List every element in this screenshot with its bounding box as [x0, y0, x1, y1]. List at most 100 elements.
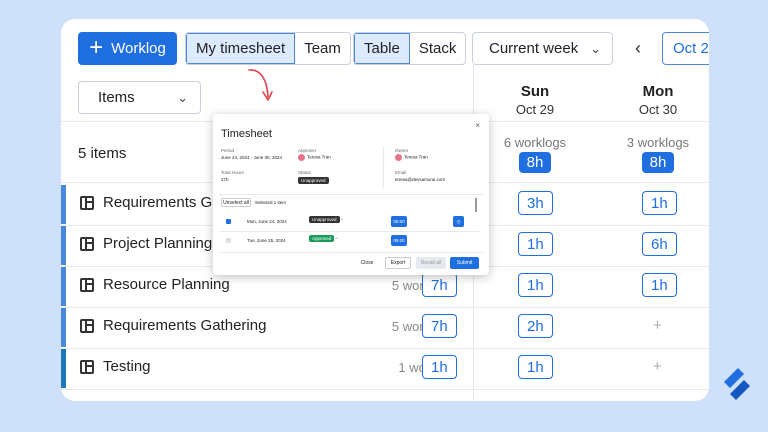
day-total-badge[interactable]: 8h — [518, 152, 552, 173]
day-name: Mon — [642, 83, 674, 100]
entry-status-badge: Unapproved — [309, 216, 340, 223]
timesheet-dialog: × Timesheet Period June 24, 2024 - June … — [213, 114, 489, 275]
date-chip-label: Oct 29 — [673, 40, 709, 57]
item-count: 5 items — [78, 145, 127, 162]
avatar — [298, 154, 305, 161]
mon-hours-cell[interactable]: 6h — [642, 232, 677, 256]
week-select[interactable]: Current week ⌄ — [472, 32, 613, 65]
row-name: Resource Planning — [103, 276, 230, 293]
sun-hours-cell[interactable]: 2h — [518, 314, 553, 338]
recall-all-button[interactable]: Recall all — [416, 257, 446, 269]
sun-hours-cell[interactable]: 1h — [518, 355, 553, 379]
chevron-down-icon: ⌄ — [177, 89, 188, 105]
selected-count: Selected 1 item — [255, 200, 287, 205]
approver-name: Teresa Tran — [307, 154, 331, 160]
period-label: Period — [221, 148, 235, 153]
day-worklog-count: 3 worklogs — [626, 135, 690, 150]
day-summary-mon: 3 worklogs 8h — [598, 135, 709, 173]
total-hours-label: Total Hours — [221, 170, 244, 175]
document-icon — [80, 319, 94, 333]
row-accent — [61, 267, 66, 306]
row-accent — [61, 308, 66, 347]
document-icon — [80, 196, 94, 210]
sun-hours-cell[interactable]: 1h — [518, 273, 553, 297]
chevron-left-icon: ‹ — [635, 38, 641, 58]
add-mon-worklog-button[interactable]: + — [653, 317, 662, 334]
document-icon — [80, 237, 94, 251]
row-divider — [61, 389, 709, 390]
items-dropdown[interactable]: Items ⌄ — [78, 81, 201, 114]
entry-checkbox[interactable] — [226, 219, 231, 224]
approver-value: Teresa Tran — [298, 154, 331, 161]
approver-label: Approver — [298, 148, 317, 153]
entry-status: Approved ▫ — [309, 235, 338, 242]
email-label: Email — [395, 170, 407, 175]
entry-date: Mon, June 24, 2024 — [247, 219, 287, 224]
export-button[interactable]: Export — [385, 257, 411, 269]
clock-icon[interactable]: ◷ — [453, 216, 464, 227]
entry-status-badge: Approved — [309, 235, 335, 242]
entry-divider — [219, 231, 479, 232]
sun-hours-cell[interactable]: 3h — [518, 191, 553, 215]
add-mon-worklog-button[interactable]: + — [653, 358, 662, 375]
comment-icon[interactable]: ▫ — [336, 236, 338, 242]
status-label: Status — [298, 170, 311, 175]
row-accent — [61, 185, 66, 224]
brand-logo-icon — [724, 368, 750, 400]
scrollbar[interactable] — [475, 198, 477, 212]
owner-label: Owner — [395, 148, 409, 153]
row-total-cell[interactable]: 1h — [422, 355, 457, 379]
table-row[interactable]: Testing 1 worklog 1h 1h + — [61, 348, 709, 389]
dialog-divider — [219, 194, 483, 195]
table-view-tab[interactable]: Table — [354, 33, 410, 64]
dialog-divider — [383, 146, 384, 188]
day-header-mon: Mon Oct 30 — [598, 83, 709, 117]
day-total-badge[interactable]: 8h — [641, 152, 675, 173]
row-accent — [61, 349, 66, 388]
day-date: Oct 29 — [515, 102, 555, 117]
submit-button[interactable]: Submit — [450, 257, 479, 269]
row-total-cell[interactable]: 7h — [422, 314, 457, 338]
my-timesheet-tab[interactable]: My timesheet — [186, 33, 296, 64]
entry-status: Unapproved ▫ — [309, 216, 343, 223]
avatar — [395, 154, 402, 161]
sun-hours-cell[interactable]: 1h — [518, 232, 553, 256]
view-mode-toggle: Table Stack — [353, 32, 467, 65]
entry-date: Tue, June 25, 2024 — [247, 238, 286, 243]
row-name: Requirements Gathering — [103, 317, 267, 334]
total-hours-value: 27h — [221, 177, 229, 182]
add-worklog-label: Worklog — [111, 40, 166, 57]
team-tab[interactable]: Team — [295, 33, 350, 64]
date-chip[interactable]: Oct 29 — [662, 32, 709, 65]
chevron-down-icon: ⌄ — [590, 40, 601, 56]
close-icon[interactable]: × — [475, 121, 480, 130]
previous-week-button[interactable]: ‹ — [628, 32, 648, 65]
mon-hours-cell[interactable]: 1h — [642, 191, 677, 215]
add-worklog-button[interactable]: + Worklog — [78, 32, 177, 65]
document-icon — [80, 278, 94, 292]
day-worklog-count: 6 worklogs — [503, 135, 567, 150]
document-icon — [80, 360, 94, 374]
comment-icon[interactable]: ▫ — [341, 217, 343, 223]
day-name: Sun — [520, 83, 550, 100]
email-value: teresa@devsamurai.com — [395, 177, 446, 182]
close-button[interactable]: Close — [357, 257, 377, 269]
dialog-title: Timesheet — [221, 128, 272, 140]
day-header-sun: Sun Oct 29 — [475, 83, 595, 117]
table-row[interactable]: Requirements Gathering 5 worklogs 7h 2h … — [61, 307, 709, 348]
row-total-cell[interactable]: 7h — [422, 273, 457, 297]
entry-checkbox[interactable] — [226, 238, 231, 243]
dialog-divider — [219, 252, 483, 253]
row-name: Requirements Ga — [103, 194, 221, 211]
week-select-label: Current week — [489, 40, 579, 57]
owner-name: Teresa Tran — [404, 154, 428, 160]
unselect-all-button[interactable]: Unselect all — [221, 198, 251, 207]
entry-time-chip[interactable]: 06:00 — [391, 216, 407, 227]
timesheet-scope-toggle: My timesheet Team — [185, 32, 351, 65]
entry-time-chip[interactable]: 05:00 — [391, 235, 407, 246]
day-summary-sun: 6 worklogs 8h — [475, 135, 595, 173]
stack-view-tab[interactable]: Stack — [410, 33, 466, 64]
mon-hours-cell[interactable]: 1h — [642, 273, 677, 297]
status-badge: Unapproved — [298, 177, 329, 184]
plus-icon: + — [89, 33, 104, 61]
